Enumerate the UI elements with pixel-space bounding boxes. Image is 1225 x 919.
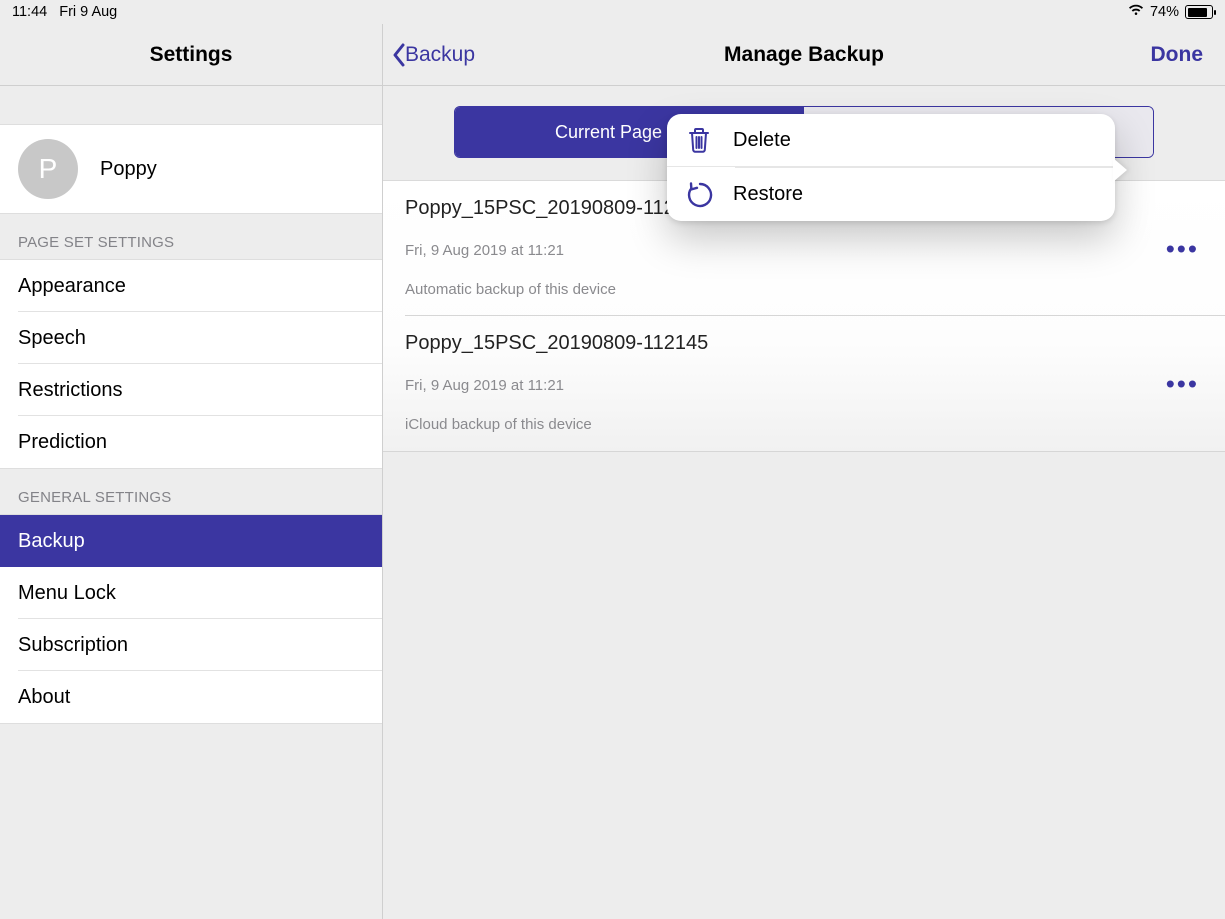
back-button[interactable]: Backup bbox=[391, 43, 475, 67]
popover-restore[interactable]: Restore bbox=[667, 168, 1115, 221]
popover-delete[interactable]: Delete bbox=[667, 114, 1115, 167]
more-button[interactable]: ••• bbox=[1166, 233, 1199, 264]
detail-title: Manage Backup bbox=[724, 43, 884, 67]
popover-restore-label: Restore bbox=[733, 183, 803, 206]
back-label: Backup bbox=[405, 43, 475, 67]
status-date: Fri 9 Aug bbox=[59, 4, 117, 20]
status-bar: 11:44 Fri 9 Aug 74% bbox=[0, 0, 1225, 24]
section-header-page-set: PAGE SET SETTINGS bbox=[0, 214, 382, 259]
sidebar-item-appearance[interactable]: Appearance bbox=[0, 260, 382, 312]
general-list: Backup Menu Lock Subscription About bbox=[0, 514, 382, 724]
status-time: 11:44 bbox=[12, 4, 47, 20]
backup-row[interactable]: Poppy_15PSC_20190809-112145 Fri, 9 Aug 2… bbox=[383, 316, 1225, 451]
more-icon: ••• bbox=[1166, 368, 1199, 398]
backup-desc: Automatic backup of this device bbox=[405, 281, 1203, 298]
restore-icon bbox=[685, 180, 733, 210]
backup-list: Poppy_15PSC_20190809-112 Fri, 9 Aug 2019… bbox=[383, 181, 1225, 452]
sidebar-item-prediction[interactable]: Prediction bbox=[0, 416, 382, 468]
more-button[interactable]: ••• bbox=[1166, 368, 1199, 399]
status-battery-pct: 74% bbox=[1150, 4, 1179, 20]
trash-icon bbox=[685, 125, 733, 155]
page-set-list: Appearance Speech Restrictions Predictio… bbox=[0, 259, 382, 469]
sidebar-item-menu-lock[interactable]: Menu Lock bbox=[0, 567, 382, 619]
settings-sidebar: Settings P Poppy PAGE SET SETTINGS Appea… bbox=[0, 24, 383, 919]
sidebar-title-bar: Settings bbox=[0, 24, 382, 86]
sidebar-item-backup[interactable]: Backup bbox=[0, 515, 382, 567]
actions-popover: Delete Restore bbox=[667, 114, 1115, 221]
sidebar-title: Settings bbox=[150, 43, 233, 67]
wifi-icon bbox=[1128, 4, 1144, 20]
backup-date: Fri, 9 Aug 2019 at 11:21 bbox=[405, 242, 1203, 259]
sidebar-item-speech[interactable]: Speech bbox=[0, 312, 382, 364]
backup-date: Fri, 9 Aug 2019 at 11:21 bbox=[405, 377, 1203, 394]
profile-name: Poppy bbox=[100, 158, 157, 181]
avatar: P bbox=[18, 139, 78, 199]
sidebar-item-restrictions[interactable]: Restrictions bbox=[0, 364, 382, 416]
detail-pane: Backup Manage Backup Done Current Page S… bbox=[383, 24, 1225, 919]
battery-icon bbox=[1185, 5, 1213, 19]
sidebar-item-subscription[interactable]: Subscription bbox=[0, 619, 382, 671]
more-icon: ••• bbox=[1166, 233, 1199, 263]
sidebar-item-about[interactable]: About bbox=[0, 671, 382, 723]
backup-title: Poppy_15PSC_20190809-112145 bbox=[405, 332, 1203, 355]
backup-desc: iCloud backup of this device bbox=[405, 416, 1203, 433]
profile-row[interactable]: P Poppy bbox=[0, 124, 382, 214]
section-header-general: GENERAL SETTINGS bbox=[0, 469, 382, 514]
done-button[interactable]: Done bbox=[1151, 43, 1204, 67]
detail-title-bar: Backup Manage Backup Done bbox=[383, 24, 1225, 86]
popover-delete-label: Delete bbox=[733, 129, 791, 152]
